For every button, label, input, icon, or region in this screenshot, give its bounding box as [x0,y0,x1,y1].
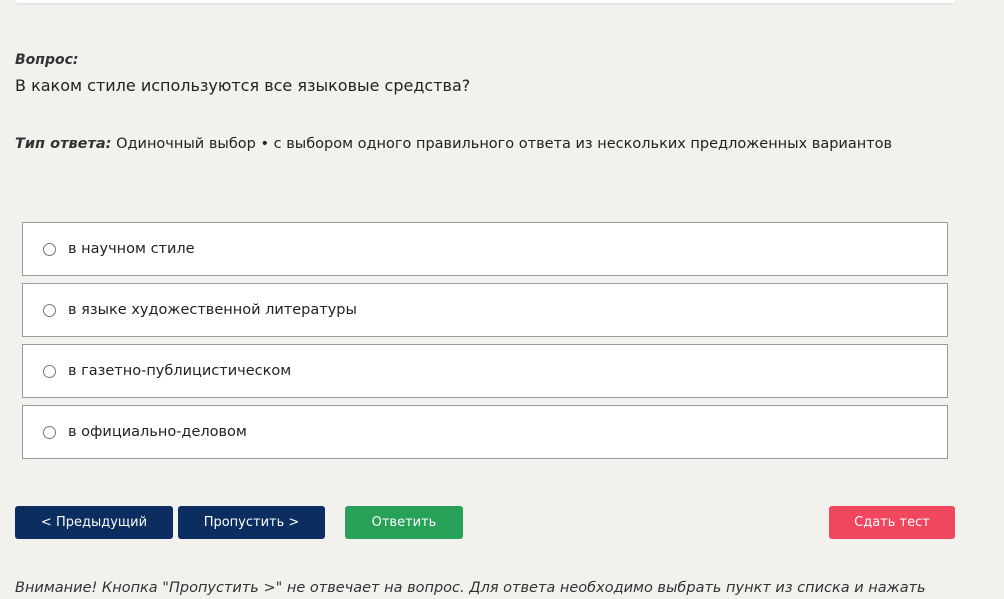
answer-options: в научном стиле в языке художественной л… [22,222,948,466]
test-page: Вопрос: В каком стиле используются все я… [0,0,1004,599]
answer-option[interactable]: в языке художественной литературы [22,283,948,337]
radio-icon[interactable] [43,303,56,317]
skip-button[interactable]: Пропустить > [178,506,325,539]
question-text: В каком стиле используются все языковые … [15,76,471,95]
previous-button[interactable]: < Предыдущий [15,506,173,539]
answer-type-label: Тип ответа: [15,136,112,152]
answer-type: Тип ответа: Одиночный выбор • с выбором … [15,136,892,152]
answer-option[interactable]: в официально-деловом [22,405,948,459]
radio-icon[interactable] [43,425,56,439]
finish-test-button[interactable]: Сдать тест [829,506,955,539]
skip-notice: Внимание! Кнопка "Пропустить >" не отвеч… [15,580,926,596]
answer-option[interactable]: в научном стиле [22,222,948,276]
answer-type-value: Одиночный выбор • с выбором одного прави… [116,136,893,152]
answer-option[interactable]: в газетно-публицистическом [22,344,948,398]
answer-option-label: в официально-деловом [68,424,247,440]
answer-option-label: в языке художественной литературы [68,302,357,318]
answer-option-label: в газетно-публицистическом [68,363,292,379]
radio-icon[interactable] [43,364,56,378]
question-label: Вопрос: [15,52,79,68]
top-card-edge [15,0,955,3]
answer-button[interactable]: Ответить [345,506,463,539]
answer-option-label: в научном стиле [68,241,195,257]
radio-icon[interactable] [43,242,56,256]
